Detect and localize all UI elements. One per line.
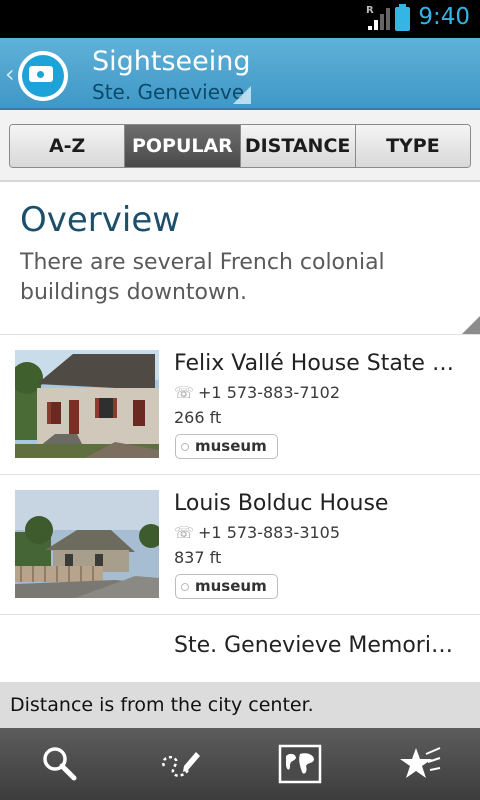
signal-icon: R [364, 5, 390, 30]
item-title: Ste. Genevieve Memorial Cemetery [174, 633, 466, 658]
status-bar: R 9:40 [0, 0, 480, 38]
search-icon [43, 747, 77, 781]
draw-route-button[interactable] [120, 728, 240, 800]
overview-text: There are several French colonial buildi… [20, 250, 385, 305]
action-bar: ‹ Sightseeing Ste. Genevieve [0, 38, 480, 110]
list-item[interactable]: Louis Bolduc House ☏ +1 573-883-3105 837 … [0, 474, 480, 614]
phone-icon: ☏ [174, 383, 195, 402]
favorites-button[interactable] [360, 728, 480, 800]
phone-icon: ☏ [174, 523, 195, 542]
tab-popular[interactable]: POPULAR [125, 125, 241, 167]
item-distance: 266 ft [174, 408, 222, 427]
distance-note: Distance is from the city center. [0, 682, 480, 728]
tab-type[interactable]: TYPE [355, 125, 470, 167]
dropdown-indicator-icon [233, 86, 251, 104]
back-chevron-icon[interactable]: ‹ [5, 60, 15, 88]
battery-icon [395, 4, 410, 31]
map-button[interactable] [240, 728, 360, 800]
louis-bolduc-house-photo [15, 490, 159, 598]
city-selector[interactable]: Ste. Genevieve [92, 80, 244, 104]
roaming-indicator: R [366, 5, 374, 16]
clock: 9:40 [418, 4, 470, 30]
item-title: Louis Bolduc House [174, 491, 389, 516]
sort-tabs-container: A-Z POPULAR DISTANCE TYPE [0, 110, 480, 182]
overview-section[interactable]: Overview There are several French coloni… [0, 184, 480, 334]
item-phone[interactable]: ☏ +1 573-883-3105 [174, 523, 340, 542]
sights-list: Felix Vallé House State Historic Site ☏+… [0, 334, 480, 682]
app-logo-camera-icon[interactable] [18, 51, 68, 101]
tab-distance[interactable]: DISTANCE [240, 125, 356, 167]
page-title: Sightseeing [92, 46, 251, 77]
bottom-toolbar [0, 728, 480, 800]
felix-valle-house-photo [15, 350, 159, 458]
draw-route-icon [161, 752, 200, 777]
item-title: Felix Vallé House State Historic Site [174, 351, 466, 376]
world-map-icon [278, 744, 322, 784]
item-distance: 837 ft [174, 548, 222, 567]
list-item[interactable]: Felix Vallé House State Historic Site ☏+… [0, 334, 480, 474]
overview-heading: Overview [20, 200, 181, 240]
category-tag[interactable]: museum [175, 574, 278, 599]
category-tag[interactable]: museum [175, 434, 278, 459]
list-item[interactable]: Ste. Genevieve Memorial Cemetery [0, 614, 480, 682]
favorites-star-icon [400, 747, 441, 778]
tab-a-z[interactable]: A-Z [10, 125, 126, 167]
search-button[interactable] [0, 728, 120, 800]
item-phone[interactable]: ☏ +1 573-883-7102 [174, 383, 340, 402]
sort-tabs: A-Z POPULAR DISTANCE TYPE [9, 124, 471, 168]
expand-corner-icon [462, 316, 480, 334]
